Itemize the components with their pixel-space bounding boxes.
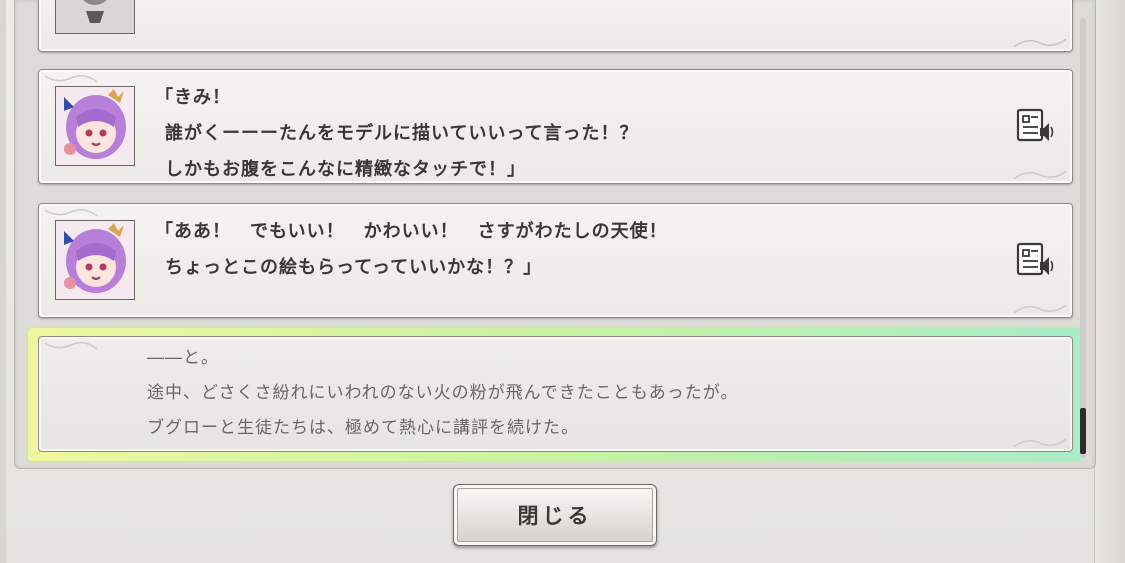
log-entry: 「きみ！ 誰がくーーーたんをモデルに描いていいって言った！？ しかもお腹をこんな… (38, 69, 1073, 184)
character-portrait (55, 220, 135, 300)
character-portrait (55, 0, 135, 34)
dialogue-line: ちょっとこの絵もらってっていいかな！？」 (165, 257, 543, 278)
scrollbar-thumb[interactable] (1080, 408, 1086, 454)
ornament-flourish (44, 75, 98, 83)
scrollbar-track[interactable] (1080, 18, 1086, 458)
ornament-flourish (1013, 38, 1067, 48)
dialogue-line: しかもお腹をこんなに精緻なタッチで！」 (165, 159, 526, 180)
narration-line: 途中、どさくさ紛れにいわれのない火の粉が飛んできたこともあったが。 (147, 383, 739, 403)
dialogue-line: 「きみ！ (155, 87, 231, 108)
character-portrait (55, 86, 135, 166)
narration-entry: ――と。 途中、どさくさ紛れにいわれのない火の粉が飛んできたこともあったが。 ブ… (38, 336, 1073, 452)
log-entry: 「ああ！ でもいい！ かわいい！ さすがわたしの天使！ ちょっとこの絵もらってっ… (38, 203, 1073, 318)
backlog-window: 「きみ！ 誰がくーーーたんをモデルに描いていいって言った！？ しかもお腹をこんな… (0, 0, 1125, 563)
ornament-flourish (1013, 170, 1067, 180)
ornament-flourish (1013, 304, 1067, 314)
narration-line: ――と。 (147, 348, 219, 368)
frame-right-edge (1094, 0, 1125, 563)
frame-left-edge (0, 0, 6, 563)
narration-line: ブグローと生徒たちは、極めて熱心に講評を続けた。 (147, 418, 579, 438)
ornament-flourish (1013, 438, 1067, 448)
close-button[interactable]: 閉じる (453, 484, 657, 546)
dialogue-line: 誰がくーーーたんをモデルに描いていいって言った！？ (165, 123, 639, 144)
dialogue-line: 「ああ！ でもいい！ かわいい！ さすがわたしの天使！ (155, 221, 668, 242)
ornament-flourish (44, 209, 98, 217)
voice-playback-icon[interactable] (1016, 242, 1056, 278)
log-entry-partial (38, 0, 1073, 52)
voice-playback-icon[interactable] (1016, 108, 1056, 144)
ornament-flourish (44, 342, 98, 350)
